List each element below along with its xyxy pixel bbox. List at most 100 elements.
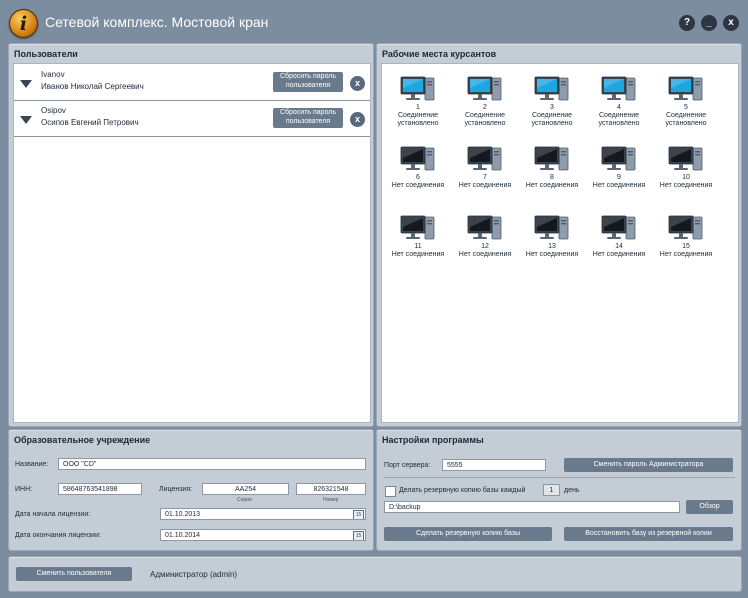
browse-button[interactable]: Обзор <box>686 500 733 514</box>
workstation-status: Нет соединения <box>659 182 713 189</box>
license-end-date-input[interactable]: 01.10.2014 15 <box>160 529 366 541</box>
license-series-input[interactable]: АА254 <box>202 483 289 495</box>
server-port-input[interactable]: 5555 <box>442 459 546 471</box>
workstation-status: Соединение установлено <box>598 112 640 127</box>
workstation-number: 3 <box>550 104 554 111</box>
computer-connected-icon <box>601 76 636 101</box>
computer-disconnected-icon <box>467 146 502 171</box>
workstations-panel: Рабочие места курсантов 1 Соединение уста… <box>376 43 742 427</box>
status-bar: Сменить пользователя Администратор (admi… <box>8 556 742 592</box>
reset-password-label-2: пользователя <box>285 118 331 125</box>
workstation-number: 9 <box>617 174 621 181</box>
computer-disconnected-icon <box>668 146 703 171</box>
computer-disconnected-icon <box>601 146 636 171</box>
workstation-4[interactable]: 4 Соединение установлено <box>586 75 652 137</box>
inn-label: ИНН: <box>15 486 33 493</box>
app-logo-icon: i <box>9 9 38 38</box>
computer-disconnected-icon <box>467 215 502 240</box>
workstation-status: Нет соединения <box>391 251 445 258</box>
workstation-status: Нет соединения <box>592 182 646 189</box>
workstation-number: 6 <box>416 174 420 181</box>
change-admin-password-button[interactable]: Сменить пароль Администратора <box>564 458 733 472</box>
make-backup-button[interactable]: Сделать резервную копию базы <box>384 527 552 541</box>
series-caption: Серия <box>237 497 252 503</box>
backup-days-input[interactable]: 1 <box>543 484 560 496</box>
reset-password-label-2: пользователя <box>285 82 331 89</box>
title-bar: i Сетевой комплекс. Мостовой кран ? _ x <box>0 0 748 42</box>
backup-checkbox[interactable] <box>385 486 396 497</box>
workstation-1[interactable]: 1 Соединение установлено <box>385 75 451 137</box>
workstation-14[interactable]: 14 Нет соединения <box>586 214 652 276</box>
computer-disconnected-icon <box>668 215 703 240</box>
license-start-value: 01.10.2013 <box>165 511 201 518</box>
delete-user-button[interactable]: x <box>350 76 365 91</box>
workstation-15[interactable]: 15 Нет соединения <box>653 214 719 276</box>
delete-user-button[interactable]: x <box>350 112 365 127</box>
workstation-status: Соединение установлено <box>464 112 506 127</box>
close-button[interactable]: x <box>723 15 739 31</box>
current-user-label: Администратор (admin) <box>150 570 238 579</box>
workstation-11[interactable]: 11 Нет соединения <box>385 214 451 276</box>
workstation-2[interactable]: 2 Соединение установлено <box>452 75 518 137</box>
computer-disconnected-icon <box>400 146 435 171</box>
reset-password-button[interactable]: Сбросить пароль пользователя <box>273 72 343 92</box>
expand-triangle-icon[interactable] <box>20 116 32 124</box>
license-label: Лицензия: <box>159 486 193 493</box>
calendar-icon[interactable]: 15 <box>353 531 364 540</box>
users-list: Ivanov Иванов Николай Сергеевич Сбросить… <box>13 63 371 423</box>
switch-user-button[interactable]: Сменить пользователя <box>16 567 132 581</box>
help-button[interactable]: ? <box>679 15 695 31</box>
workstation-9[interactable]: 9 Нет соединения <box>586 145 652 207</box>
workstation-number: 2 <box>483 104 487 111</box>
workstation-number: 7 <box>483 174 487 181</box>
institution-panel: Образовательное учреждение Название: ООО… <box>8 429 374 551</box>
workstation-number: 12 <box>481 243 489 250</box>
computer-connected-icon <box>534 76 569 101</box>
restore-backup-button[interactable]: Восстановить базу из резервной копии <box>564 527 733 541</box>
workstation-status: Нет соединения <box>458 251 512 258</box>
workstation-7[interactable]: 7 Нет соединения <box>452 145 518 207</box>
computer-connected-icon <box>668 76 703 101</box>
workstation-number: 5 <box>684 104 688 111</box>
workstation-12[interactable]: 12 Нет соединения <box>452 214 518 276</box>
workstation-6[interactable]: 6 Нет соединения <box>385 145 451 207</box>
institution-name-label: Название: <box>15 461 49 468</box>
backup-unit-label: день <box>564 487 580 494</box>
workstation-status: Нет соединения <box>458 182 512 189</box>
workstation-number: 13 <box>548 243 556 250</box>
institution-name-input[interactable]: ООО "CD" <box>58 458 366 470</box>
settings-panel: Настройки программы Порт сервера: 5555 С… <box>376 429 742 551</box>
inn-input[interactable]: 58648763541898 <box>58 483 142 495</box>
reset-password-button[interactable]: Сбросить пароль пользователя <box>273 108 343 128</box>
logo-letter: i <box>19 13 28 35</box>
workstation-status: Нет соединения <box>592 251 646 258</box>
divider <box>383 477 735 478</box>
expand-triangle-icon[interactable] <box>20 80 32 88</box>
backup-path-input[interactable]: D:\backup <box>384 501 680 513</box>
institution-panel-title: Образовательное учреждение <box>14 435 151 445</box>
workstation-status: Соединение установлено <box>397 112 439 127</box>
backup-label: Делать резервную копию базы каждый <box>399 487 526 494</box>
license-end-label: Дата окончания лицензии: <box>15 532 101 539</box>
reset-password-label-1: Сбросить пароль <box>279 73 337 80</box>
users-panel: Пользователи Ivanov Иванов Николай Серге… <box>8 43 374 427</box>
user-row[interactable]: Ivanov Иванов Николай Сергеевич Сбросить… <box>14 66 370 101</box>
workstation-status: Нет соединения <box>391 182 445 189</box>
workstation-3[interactable]: 3 Соединение установлено <box>519 75 585 137</box>
workstation-10[interactable]: 10 Нет соединения <box>653 145 719 207</box>
workstation-8[interactable]: 8 Нет соединения <box>519 145 585 207</box>
minimize-button[interactable]: _ <box>701 15 717 31</box>
license-start-date-input[interactable]: 01.10.2013 15 <box>160 508 366 520</box>
workstation-number: 4 <box>617 104 621 111</box>
calendar-icon[interactable]: 15 <box>353 510 364 519</box>
workstation-status: Нет соединения <box>525 182 579 189</box>
workstation-status: Соединение установлено <box>665 112 707 127</box>
user-row[interactable]: Osipov Осипов Евгений Петрович Сбросить … <box>14 102 370 137</box>
license-start-label: Дата начала лицензии: <box>15 511 91 518</box>
workstation-13[interactable]: 13 Нет соединения <box>519 214 585 276</box>
workstation-status: Нет соединения <box>525 251 579 258</box>
license-number-input[interactable]: 826321548 <box>296 483 366 495</box>
computer-disconnected-icon <box>534 215 569 240</box>
workstation-5[interactable]: 5 Соединение установлено <box>653 75 719 137</box>
license-end-value: 01.10.2014 <box>165 532 201 539</box>
